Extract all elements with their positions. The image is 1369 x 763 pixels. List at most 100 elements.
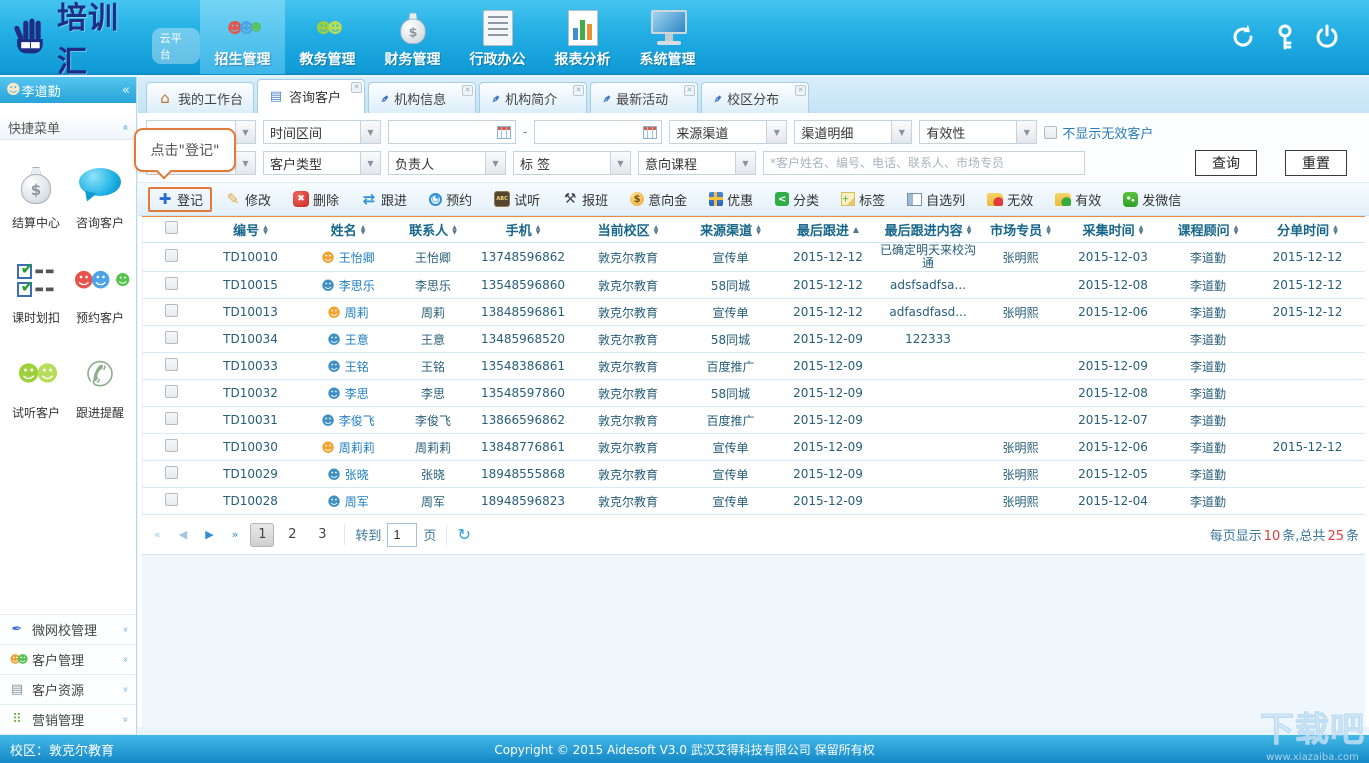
channel-detail-select[interactable]: 渠道明细▼ [794, 120, 912, 144]
time-range-select[interactable]: 时间区间▼ [263, 120, 381, 144]
quick-item-appointment[interactable]: ☻☻☻ 预约客户 [68, 257, 132, 326]
col-course-advisor[interactable]: 课程顾问▲▼ [1166, 217, 1251, 243]
row-checkbox[interactable] [165, 304, 178, 317]
select-all-checkbox[interactable] [165, 221, 178, 234]
close-tab-icon[interactable]: ✕ [684, 85, 695, 96]
tab-latest-activity[interactable]: 最新活动 ✕ [590, 82, 698, 113]
col-contact[interactable]: 联系人▲▼ [396, 217, 471, 243]
row-checkbox[interactable] [165, 439, 178, 452]
quick-item-consult[interactable]: 咨询客户 [68, 162, 132, 231]
sidebar-item-micro-school[interactable]: ✒ 微网校管理 » [0, 615, 136, 645]
refresh-icon[interactable] [1229, 23, 1257, 51]
nav-item-academic[interactable]: ☻☻ 教务管理 [285, 0, 370, 74]
customer-name-link[interactable]: 王怡卿 [339, 251, 375, 265]
row-checkbox[interactable] [165, 277, 178, 290]
customer-name-link[interactable]: 王铭 [345, 360, 369, 374]
quick-item-class-deduct[interactable]: ▬▬▬▬ 课时划扣 [4, 257, 68, 326]
sidebar-collapse-icon[interactable]: « [122, 83, 130, 98]
quick-menu-header[interactable]: 快捷菜单 « [0, 115, 136, 140]
trial-button[interactable]: 试听 [485, 187, 549, 212]
category-button[interactable]: 分类 [766, 187, 828, 212]
table-row[interactable]: TD10032 ☻李思 李思 13548597860 敦克尔教育 58同城 20… [143, 380, 1365, 407]
validity-select[interactable]: 有效性▼ [919, 120, 1037, 144]
col-follow-content[interactable]: 最后跟进内容▲▼ [876, 217, 981, 243]
quick-item-settlement[interactable]: $ 结算中心 [4, 162, 68, 231]
nav-item-reports[interactable]: 报表分析 [540, 0, 625, 74]
calendar-icon[interactable] [497, 126, 511, 139]
table-row[interactable]: TD10015 ☻李思乐 李思乐 13548596860 敦克尔教育 58同城 … [143, 272, 1365, 299]
tag-select[interactable]: 标 签▼ [513, 151, 631, 175]
table-row[interactable]: TD10029 ☻张晓 张晓 18948555868 敦克尔教育 宣传单 201… [143, 461, 1365, 488]
table-row[interactable]: TD10010 ☻王怡卿 王怡卿 13748596862 敦克尔教育 宣传单 2… [143, 243, 1365, 272]
col-market-specialist[interactable]: 市场专员▲▼ [981, 217, 1061, 243]
row-checkbox[interactable] [165, 412, 178, 425]
date-to-input[interactable] [534, 120, 662, 144]
key-icon[interactable] [1271, 23, 1299, 51]
customer-type-select[interactable]: 客户类型▼ [263, 151, 381, 175]
tab-campus-distribution[interactable]: 校区分布 ✕ [701, 82, 809, 113]
hide-invalid-checkbox[interactable] [1044, 126, 1057, 139]
tab-org-profile[interactable]: 机构简介 ✕ [479, 82, 587, 113]
page-3-button[interactable]: 3 [310, 523, 334, 547]
close-tab-icon[interactable]: ✕ [462, 85, 473, 96]
row-checkbox[interactable] [165, 358, 178, 371]
mark-invalid-button[interactable]: 无效 [978, 187, 1042, 212]
customer-name-link[interactable]: 张晓 [345, 468, 369, 482]
col-name[interactable]: 姓名▲▼ [301, 217, 396, 243]
close-tab-icon[interactable]: ✕ [573, 85, 584, 96]
table-row[interactable]: TD10034 ☻王意 王意 13485968520 敦克尔教育 58同城 20… [143, 326, 1365, 353]
custom-columns-button[interactable]: 自选列 [898, 187, 974, 212]
register-button[interactable]: 登记 [148, 187, 212, 212]
mark-valid-button[interactable]: 有效 [1046, 187, 1110, 212]
row-checkbox[interactable] [165, 385, 178, 398]
nav-item-admin[interactable]: 行政办公 [455, 0, 540, 74]
intent-course-select[interactable]: 意向课程▼ [638, 151, 756, 175]
owner-select[interactable]: 负责人▼ [388, 151, 506, 175]
tab-consult-customer[interactable]: 咨询客户 ✕ [257, 79, 365, 113]
delete-button[interactable]: 删除 [284, 187, 348, 212]
tab-org-info[interactable]: 机构信息 ✕ [368, 82, 476, 113]
calendar-icon[interactable] [643, 126, 657, 139]
nav-item-system[interactable]: 系统管理 [625, 0, 710, 74]
nav-item-enrollment[interactable]: ☻☻☻ 招生管理 [200, 0, 285, 74]
close-tab-icon[interactable]: ✕ [351, 82, 362, 93]
col-campus[interactable]: 当前校区▲▼ [576, 217, 681, 243]
table-row[interactable]: TD10031 ☻李俊飞 李俊飞 13866596862 敦克尔教育 百度推广 … [143, 407, 1365, 434]
sidebar-item-customer-resource[interactable]: ▤ 客户资源 » [0, 675, 136, 705]
tab-workbench[interactable]: 我的工作台 [146, 82, 254, 113]
edit-button[interactable]: 修改 [216, 187, 280, 212]
send-wechat-button[interactable]: 发微信 [1114, 187, 1190, 212]
sidebar-item-customer-mgmt[interactable]: ☻☻ 客户管理 » [0, 645, 136, 675]
tag-button[interactable]: 标签 [832, 187, 894, 212]
appointment-button[interactable]: 预约 [420, 187, 481, 212]
table-row[interactable]: TD10033 ☻王铭 王铭 13548386861 敦克尔教育 百度推广 20… [143, 353, 1365, 380]
row-checkbox[interactable] [165, 331, 178, 344]
hide-invalid-checkbox-wrap[interactable]: 不显示无效客户 [1044, 123, 1153, 142]
deposit-button[interactable]: 意向金 [621, 187, 696, 212]
first-page-button[interactable]: « [148, 526, 167, 543]
quick-item-trial[interactable]: ☻☻ 试听客户 [4, 352, 68, 421]
next-page-button[interactable]: ▶ [199, 526, 219, 543]
col-split-time[interactable]: 分单时间▲▼ [1251, 217, 1365, 243]
refresh-list-icon[interactable]: ↻ [457, 525, 470, 544]
customer-name-link[interactable]: 周莉莉 [339, 441, 375, 455]
enroll-class-button[interactable]: 报班 [553, 187, 617, 212]
col-source[interactable]: 来源渠道▲▼ [681, 217, 781, 243]
source-channel-select[interactable]: 来源渠道▼ [669, 120, 787, 144]
query-button[interactable]: 查询 [1195, 150, 1257, 176]
row-checkbox[interactable] [165, 249, 178, 262]
customer-name-link[interactable]: 李俊飞 [339, 414, 375, 428]
table-row[interactable]: TD10013 ☻周莉 周莉 13848596861 敦克尔教育 宣传单 201… [143, 299, 1365, 326]
collapse-chevron-icon[interactable]: « [119, 124, 130, 130]
customer-name-link[interactable]: 王意 [345, 333, 369, 347]
quick-item-follow-remind[interactable]: 跟进提醒 [68, 352, 132, 421]
customer-name-link[interactable]: 李思 [345, 387, 369, 401]
reset-button[interactable]: 重置 [1285, 150, 1347, 176]
sidebar-item-marketing[interactable]: ⠿ 营销管理 » [0, 705, 136, 735]
goto-page-input[interactable] [387, 523, 417, 547]
page-2-button[interactable]: 2 [280, 523, 304, 547]
close-tab-icon[interactable]: ✕ [795, 85, 806, 96]
col-collect-time[interactable]: 采集时间▲▼ [1061, 217, 1166, 243]
prev-page-button[interactable]: ◀ [173, 526, 193, 543]
search-input[interactable] [763, 151, 1085, 175]
